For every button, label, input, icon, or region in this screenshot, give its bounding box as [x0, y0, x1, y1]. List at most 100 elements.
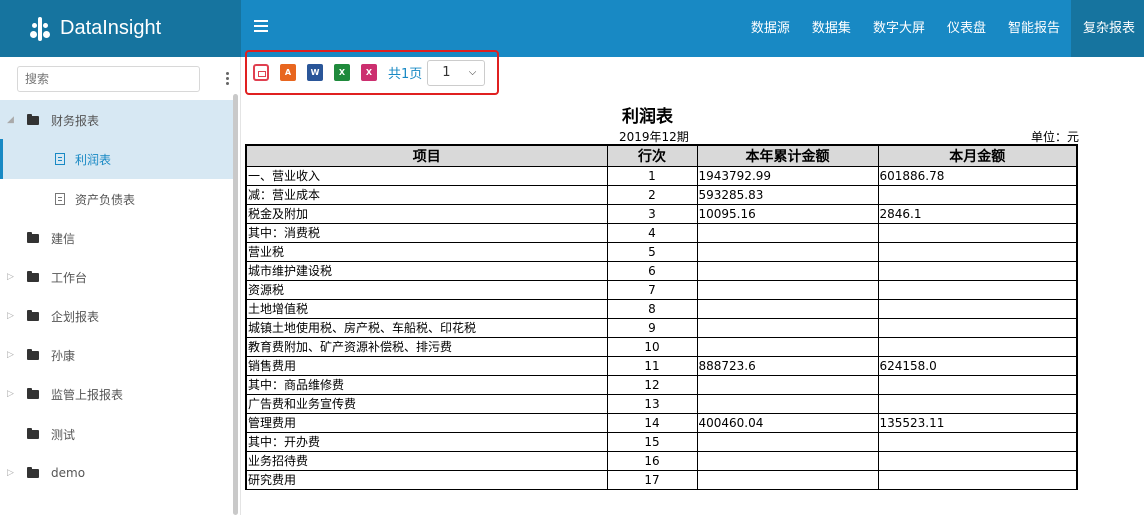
folder-icon — [27, 231, 39, 243]
tree-item-jianxin[interactable]: 建信 — [0, 218, 233, 258]
cell-ytd-amount — [696, 394, 879, 414]
tree-item-profit-statement[interactable]: 利润表 — [0, 139, 233, 179]
cell-ytd-amount: 888723.6 — [696, 356, 879, 376]
table-row: 城镇土地使用税、房产税、车船税、印花税 9 — [245, 318, 1078, 338]
export-toolbar: A W X X 共1页 1 ⌵ — [245, 50, 499, 95]
cell-month-amount: 135523.11 — [877, 413, 1078, 433]
collapsed-arrow-icon[interactable]: ▷ — [7, 468, 19, 478]
table-row: 城市维护建设税 6 — [245, 261, 1078, 281]
tree-item-planning-reports[interactable]: ▷ 企划报表 — [0, 296, 233, 336]
datainsight-logo-icon — [30, 16, 50, 41]
top-nav: 数据源 数据集 数字大屏 仪表盘 智能报告 复杂报表 — [740, 0, 1144, 57]
cell-item: 营业税 — [245, 242, 608, 262]
cell-line-number: 6 — [606, 261, 698, 281]
pdf-export-icon[interactable]: A — [280, 64, 296, 81]
cell-line-number: 13 — [606, 394, 698, 414]
table-row: 其中：商品维修费 12 — [245, 375, 1078, 395]
word-export-icon[interactable]: W — [307, 64, 323, 81]
folder-icon — [27, 309, 39, 321]
collapsed-arrow-icon[interactable]: ▷ — [7, 389, 19, 399]
cell-ytd-amount: 593285.83 — [696, 185, 879, 205]
tree-item-sunkang[interactable]: ▷ 孙康 — [0, 335, 233, 375]
search-input[interactable] — [18, 67, 199, 91]
cell-item: 税金及附加 — [245, 204, 608, 224]
tree-item-label: 测试 — [51, 427, 76, 442]
tree-item-financial-reports[interactable]: ◢ 财务报表 — [0, 100, 233, 140]
tree-item-test[interactable]: 测试 — [0, 414, 233, 454]
cell-line-number: 1 — [606, 166, 698, 186]
sidebar-scrollbar[interactable] — [233, 94, 238, 515]
tree-item-label: 财务报表 — [51, 113, 100, 128]
more-options-icon[interactable] — [226, 72, 229, 86]
report-unit: 单位：元 — [1031, 130, 1080, 144]
page-total: 共1页 — [388, 67, 423, 82]
cell-item: 广告费和业务宣传费 — [245, 394, 608, 414]
folder-icon — [27, 427, 39, 439]
tree-item-regulatory-reports[interactable]: ▷ 监管上报报表 — [0, 374, 233, 414]
table-row: 销售费用 11 888723.6 624158.0 — [245, 356, 1078, 376]
cell-item: 一、营业收入 — [245, 166, 608, 186]
cell-month-amount — [877, 432, 1078, 452]
brand[interactable]: DataInsight — [0, 0, 241, 57]
cell-ytd-amount — [696, 261, 879, 281]
tree-item-label: demo — [51, 466, 86, 480]
tree-item-balance-sheet[interactable]: 资产负债表 — [0, 179, 233, 219]
nav-item-smart-report[interactable]: 智能报告 — [997, 0, 1071, 57]
page-select-value: 1 — [442, 65, 451, 80]
nav-item-dataset[interactable]: 数据集 — [801, 0, 862, 57]
print-icon[interactable] — [253, 64, 269, 81]
cell-ytd-amount — [696, 242, 879, 262]
cell-month-amount — [877, 470, 1078, 490]
tree-item-label: 工作台 — [51, 270, 88, 285]
table-row: 教育费附加、矿产资源补偿税、排污费 10 — [245, 337, 1078, 357]
cell-month-amount — [877, 318, 1078, 338]
cell-month-amount — [877, 375, 1078, 395]
menu-toggle-icon[interactable] — [254, 20, 268, 32]
collapsed-arrow-icon[interactable]: ▷ — [7, 350, 19, 360]
cell-item: 土地增值税 — [245, 299, 608, 319]
page-select[interactable]: 1 ⌵ — [427, 59, 486, 86]
cell-ytd-amount — [696, 337, 879, 357]
cell-ytd-amount — [696, 375, 879, 395]
nav-item-digital-screen[interactable]: 数字大屏 — [862, 0, 936, 57]
nav-item-datasource[interactable]: 数据源 — [740, 0, 801, 57]
folder-icon — [27, 113, 39, 125]
cell-line-number: 16 — [606, 451, 698, 471]
nav-item-complex-report[interactable]: 复杂报表 — [1070, 0, 1144, 57]
top-bar: DataInsight 数据源 数据集 数字大屏 仪表盘 智能报告 复杂报表 — [0, 0, 1144, 57]
cell-month-amount — [877, 394, 1078, 414]
tree-item-demo[interactable]: ▷ demo — [0, 453, 233, 493]
cell-month-amount: 624158.0 — [877, 356, 1078, 376]
nav-item-dashboard[interactable]: 仪表盘 — [936, 0, 997, 57]
cell-ytd-amount: 1943792.99 — [696, 166, 879, 186]
tree-item-label: 建信 — [51, 231, 76, 246]
excel-export-icon[interactable]: X — [334, 64, 350, 81]
folder-icon — [27, 348, 39, 360]
collapsed-arrow-icon[interactable]: ▷ — [7, 272, 19, 282]
cell-month-amount — [877, 261, 1078, 281]
cell-item: 管理费用 — [245, 413, 608, 433]
cell-month-amount — [877, 280, 1078, 300]
cell-item: 其中：开办费 — [245, 432, 608, 452]
tree-item-label: 利润表 — [75, 152, 112, 167]
cell-item: 教育费附加、矿产资源补偿税、排污费 — [245, 337, 608, 357]
cell-month-amount — [877, 337, 1078, 357]
report-file-icon — [55, 193, 65, 205]
table-row: 税金及附加 3 10095.16 2846.1 — [245, 204, 1078, 224]
table-row: 广告费和业务宣传费 13 — [245, 394, 1078, 414]
collapsed-arrow-icon[interactable]: ▷ — [7, 311, 19, 321]
table-row: 减：营业成本 2 593285.83 — [245, 185, 1078, 205]
table-row: 资源税 7 — [245, 280, 1078, 300]
expanded-arrow-icon[interactable]: ◢ — [7, 115, 19, 125]
tree-item-label: 监管上报报表 — [51, 387, 124, 402]
profit-statement-table: 项目 行次 本年累计金额 本月金额 一、营业收入 1 1943792.99 60188… — [245, 144, 1078, 490]
excel-export-alt-icon[interactable]: X — [361, 64, 377, 81]
cell-line-number: 17 — [606, 470, 698, 490]
cell-line-number: 15 — [606, 432, 698, 452]
cell-ytd-amount — [696, 318, 879, 338]
cell-item: 销售费用 — [245, 356, 608, 376]
tree-item-workbench[interactable]: ▷ 工作台 — [0, 257, 233, 297]
cell-line-number: 12 — [606, 375, 698, 395]
cell-line-number: 10 — [606, 337, 698, 357]
cell-line-number: 2 — [606, 185, 698, 205]
